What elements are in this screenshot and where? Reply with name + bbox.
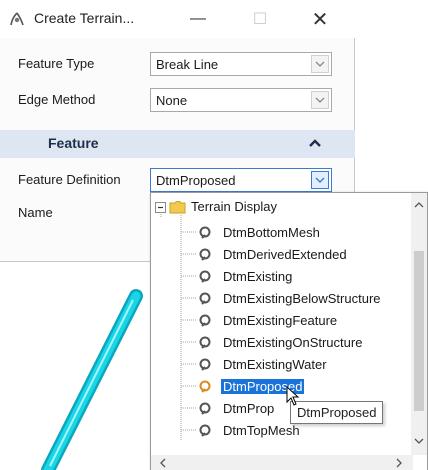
chevron-down-icon[interactable]	[311, 171, 329, 189]
tooltip: DtmProposed	[290, 401, 384, 424]
feature-definition-icon	[199, 314, 211, 327]
feature-section-header[interactable]: Feature	[0, 130, 355, 158]
feature-definition-label: Feature Definition	[18, 172, 121, 187]
close-button[interactable]: ✕	[300, 4, 340, 34]
feature-definition-icon	[199, 248, 211, 261]
scroll-left-icon[interactable]	[155, 455, 171, 470]
chevron-up-icon[interactable]	[308, 137, 322, 149]
close-icon: ✕	[311, 8, 329, 31]
vertical-scrollbar[interactable]	[411, 193, 427, 455]
folder-icon	[169, 201, 186, 214]
edge-method-value: None	[156, 93, 188, 108]
feature-type-select[interactable]: Break Line	[150, 52, 332, 76]
tree-item-label: DtmExistingFeature	[223, 313, 338, 328]
feature-type-label: Feature Type	[18, 56, 95, 71]
minimize-button[interactable]: —	[178, 4, 218, 34]
feature-definition-icon	[199, 226, 211, 239]
maximize-button[interactable]: ☐	[240, 4, 280, 34]
edge-method-select[interactable]: None	[150, 88, 332, 112]
terrain-tool-icon	[10, 12, 24, 26]
feature-definition-select[interactable]: DtmProposed	[150, 168, 332, 192]
window-title: Create Terrain...	[34, 10, 135, 26]
tree-item-label: DtmExisting	[223, 269, 293, 284]
feature-definition-dropdown[interactable]: Terrain Display DtmBottomMesh DtmDerivedE…	[150, 192, 428, 470]
feature-definition-icon	[199, 358, 211, 371]
tree-item-label: DtmExistingOnStructure	[223, 335, 363, 350]
feature-definition-icon	[199, 336, 211, 349]
feature-definition-icon	[199, 424, 211, 437]
tree-item-label: DtmProp	[223, 401, 275, 416]
tree-root-label: Terrain Display	[191, 199, 277, 214]
chevron-down-icon[interactable]	[311, 55, 329, 73]
tree-item-label: DtmExistingBelowStructure	[223, 291, 381, 306]
feature-type-value: Break Line	[156, 57, 219, 72]
tree-item-label: DtmTopMesh	[223, 423, 300, 438]
mouse-cursor-icon	[286, 386, 300, 406]
scroll-up-icon[interactable]	[411, 197, 427, 213]
edge-method-label: Edge Method	[18, 92, 96, 107]
title-bar[interactable]: Create Terrain... — ☐ ✕	[0, 0, 355, 38]
tree-item-label: DtmExistingWater	[223, 357, 327, 372]
tree-item-label: DtmDerivedExtended	[223, 247, 347, 262]
feature-definition-icon	[199, 380, 211, 393]
maximize-icon: ☐	[252, 11, 268, 28]
scroll-right-icon[interactable]	[391, 455, 407, 470]
feature-definition-icon	[199, 292, 211, 305]
feature-section-title: Feature	[48, 135, 99, 151]
horizontal-scrollbar[interactable]	[151, 455, 413, 470]
expand-minus-icon[interactable]	[155, 202, 166, 213]
tree-item-label: DtmBottomMesh	[223, 225, 320, 240]
minimize-icon: —	[190, 10, 206, 27]
feature-definition-icon	[199, 270, 211, 283]
feature-definition-icon	[199, 402, 211, 415]
name-label: Name	[18, 205, 53, 220]
scroll-down-icon[interactable]	[411, 433, 427, 449]
vertical-scroll-thumb[interactable]	[414, 251, 424, 411]
feature-definition-value: DtmProposed	[156, 173, 236, 188]
chevron-down-icon[interactable]	[311, 91, 329, 109]
